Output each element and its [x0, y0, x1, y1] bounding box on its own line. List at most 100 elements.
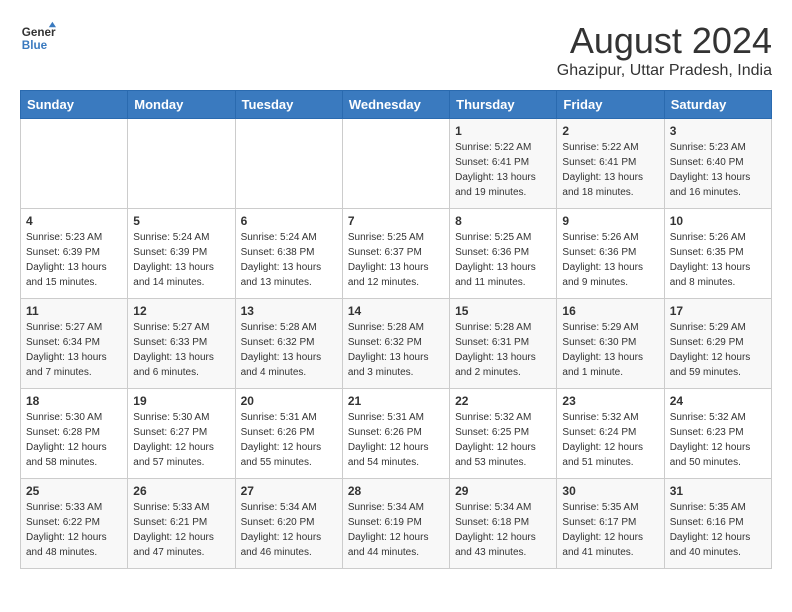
calendar-cell-w5-d1: 26Sunrise: 5:33 AMSunset: 6:21 PMDayligh… [128, 479, 235, 569]
calendar-cell-w5-d6: 31 Sunrise: 5:35 AMSunset: 6:16 PMDayligh… [664, 479, 771, 569]
calendar-cell-w3-d1: 12 Sunrise: 5:27 AMSunset: 6:33 PMDayligh… [128, 299, 235, 389]
header-friday: Friday [557, 91, 664, 119]
day-number: 27 [241, 484, 337, 498]
calendar-cell-w4-d2: 20 Sunrise: 5:31 AMSunset: 6:26 PMDayligh… [235, 389, 342, 479]
day-detail: Sunrise: 5:27 AMSunset: 6:33 PMDaylight:… [133, 320, 229, 380]
day-number: 1 [455, 124, 551, 138]
calendar-header-row: Sunday Monday Tuesday Wednesday Thursday… [21, 91, 772, 119]
day-detail: Sunrise: 5:29 AMSunset: 6:30 PMDaylight:… [562, 320, 658, 380]
calendar-week-3: 11 Sunrise: 5:27 AMSunset: 6:34 PMDayligh… [21, 299, 772, 389]
logo: General Blue [20, 20, 56, 56]
day-detail: Sunrise: 5:30 AMSunset: 6:27 PMDaylight:… [133, 410, 229, 470]
day-number: 17 [670, 304, 766, 318]
day-number: 28 [348, 484, 444, 498]
calendar-cell-w5-d4: 29 Sunrise: 5:34 AMSunset: 6:18 PMDayligh… [450, 479, 557, 569]
calendar-cell-w3-d4: 15 Sunrise: 5:28 AMSunset: 6:31 PMDayligh… [450, 299, 557, 389]
header-wednesday: Wednesday [342, 91, 449, 119]
calendar-week-2: 4 Sunrise: 5:23 AMSunset: 6:39 PMDaylight… [21, 209, 772, 299]
title-area: August 2024 Ghazipur, Uttar Pradesh, Ind… [557, 20, 772, 80]
calendar-cell-w3-d3: 14Sunrise: 5:28 AMSunset: 6:32 PMDayligh… [342, 299, 449, 389]
day-number: 16 [562, 304, 658, 318]
day-detail: Sunrise: 5:33 AMSunset: 6:21 PMDaylight:… [133, 500, 229, 560]
calendar-cell-w5-d0: 25 Sunrise: 5:33 AMSunset: 6:22 PMDayligh… [21, 479, 128, 569]
calendar-cell-w2-d2: 6Sunrise: 5:24 AMSunset: 6:38 PMDaylight… [235, 209, 342, 299]
day-detail: Sunrise: 5:29 AMSunset: 6:29 PMDaylight:… [670, 320, 766, 380]
day-detail: Sunrise: 5:34 AMSunset: 6:18 PMDaylight:… [455, 500, 551, 560]
calendar-cell-w1-d0 [21, 119, 128, 209]
day-number: 24 [670, 394, 766, 408]
day-detail: Sunrise: 5:28 AMSunset: 6:32 PMDaylight:… [241, 320, 337, 380]
header-sunday: Sunday [21, 91, 128, 119]
calendar-week-5: 25 Sunrise: 5:33 AMSunset: 6:22 PMDayligh… [21, 479, 772, 569]
calendar-cell-w1-d2 [235, 119, 342, 209]
day-detail: Sunrise: 5:28 AMSunset: 6:32 PMDaylight:… [348, 320, 444, 380]
calendar-cell-w3-d0: 11 Sunrise: 5:27 AMSunset: 6:34 PMDayligh… [21, 299, 128, 389]
day-detail: Sunrise: 5:24 AMSunset: 6:38 PMDaylight:… [241, 230, 337, 290]
day-detail: Sunrise: 5:24 AMSunset: 6:39 PMDaylight:… [133, 230, 229, 290]
calendar-cell-w4-d0: 18 Sunrise: 5:30 AMSunset: 6:28 PMDayligh… [21, 389, 128, 479]
header-thursday: Thursday [450, 91, 557, 119]
day-number: 30 [562, 484, 658, 498]
calendar-cell-w2-d5: 9 Sunrise: 5:26 AMSunset: 6:36 PMDaylight… [557, 209, 664, 299]
day-number: 4 [26, 214, 122, 228]
day-detail: Sunrise: 5:35 AMSunset: 6:16 PMDaylight:… [670, 500, 766, 560]
day-detail: Sunrise: 5:22 AMSunset: 6:41 PMDaylight:… [562, 140, 658, 200]
location-title: Ghazipur, Uttar Pradesh, India [557, 62, 772, 80]
svg-text:General: General [22, 26, 56, 39]
day-number: 23 [562, 394, 658, 408]
day-number: 2 [562, 124, 658, 138]
calendar-cell-w5-d2: 27Sunrise: 5:34 AMSunset: 6:20 PMDayligh… [235, 479, 342, 569]
calendar-cell-w4-d1: 19 Sunrise: 5:30 AMSunset: 6:27 PMDayligh… [128, 389, 235, 479]
day-number: 9 [562, 214, 658, 228]
day-detail: Sunrise: 5:32 AMSunset: 6:23 PMDaylight:… [670, 410, 766, 470]
calendar-week-1: 1 Sunrise: 5:22 AMSunset: 6:41 PMDaylight… [21, 119, 772, 209]
day-detail: Sunrise: 5:32 AMSunset: 6:25 PMDaylight:… [455, 410, 551, 470]
day-number: 31 [670, 484, 766, 498]
calendar-cell-w4-d6: 24 Sunrise: 5:32 AMSunset: 6:23 PMDayligh… [664, 389, 771, 479]
day-number: 29 [455, 484, 551, 498]
day-detail: Sunrise: 5:33 AMSunset: 6:22 PMDaylight:… [26, 500, 122, 560]
calendar-week-4: 18 Sunrise: 5:30 AMSunset: 6:28 PMDayligh… [21, 389, 772, 479]
day-number: 20 [241, 394, 337, 408]
day-detail: Sunrise: 5:31 AMSunset: 6:26 PMDaylight:… [241, 410, 337, 470]
day-detail: Sunrise: 5:27 AMSunset: 6:34 PMDaylight:… [26, 320, 122, 380]
calendar-cell-w1-d1 [128, 119, 235, 209]
calendar-cell-w2-d3: 7 Sunrise: 5:25 AMSunset: 6:37 PMDaylight… [342, 209, 449, 299]
month-year-title: August 2024 [557, 20, 772, 62]
day-number: 5 [133, 214, 229, 228]
calendar-cell-w1-d4: 1Sunrise: 5:22 AMSunset: 6:41 PMDaylight… [450, 119, 557, 209]
day-detail: Sunrise: 5:31 AMSunset: 6:26 PMDaylight:… [348, 410, 444, 470]
day-number: 11 [26, 304, 122, 318]
day-number: 21 [348, 394, 444, 408]
calendar-cell-w1-d5: 2 Sunrise: 5:22 AMSunset: 6:41 PMDaylight… [557, 119, 664, 209]
day-number: 15 [455, 304, 551, 318]
day-detail: Sunrise: 5:23 AMSunset: 6:39 PMDaylight:… [26, 230, 122, 290]
day-number: 7 [348, 214, 444, 228]
day-detail: Sunrise: 5:32 AMSunset: 6:24 PMDaylight:… [562, 410, 658, 470]
calendar-cell-w1-d6: 3Sunrise: 5:23 AMSunset: 6:40 PMDaylight… [664, 119, 771, 209]
day-detail: Sunrise: 5:25 AMSunset: 6:37 PMDaylight:… [348, 230, 444, 290]
day-number: 25 [26, 484, 122, 498]
page-header: General Blue August 2024 Ghazipur, Uttar… [20, 20, 772, 80]
day-detail: Sunrise: 5:30 AMSunset: 6:28 PMDaylight:… [26, 410, 122, 470]
calendar-cell-w5-d3: 28 Sunrise: 5:34 AMSunset: 6:19 PMDayligh… [342, 479, 449, 569]
day-number: 18 [26, 394, 122, 408]
day-detail: Sunrise: 5:34 AMSunset: 6:19 PMDaylight:… [348, 500, 444, 560]
calendar-cell-w4-d4: 22Sunrise: 5:32 AMSunset: 6:25 PMDayligh… [450, 389, 557, 479]
day-detail: Sunrise: 5:25 AMSunset: 6:36 PMDaylight:… [455, 230, 551, 290]
day-number: 19 [133, 394, 229, 408]
calendar-table: Sunday Monday Tuesday Wednesday Thursday… [20, 90, 772, 569]
day-detail: Sunrise: 5:35 AMSunset: 6:17 PMDaylight:… [562, 500, 658, 560]
day-detail: Sunrise: 5:26 AMSunset: 6:36 PMDaylight:… [562, 230, 658, 290]
calendar-cell-w1-d3 [342, 119, 449, 209]
day-detail: Sunrise: 5:28 AMSunset: 6:31 PMDaylight:… [455, 320, 551, 380]
calendar-cell-w3-d2: 13Sunrise: 5:28 AMSunset: 6:32 PMDayligh… [235, 299, 342, 389]
day-number: 8 [455, 214, 551, 228]
day-number: 12 [133, 304, 229, 318]
header-tuesday: Tuesday [235, 91, 342, 119]
logo-icon: General Blue [20, 20, 56, 56]
calendar-cell-w3-d6: 17 Sunrise: 5:29 AMSunset: 6:29 PMDayligh… [664, 299, 771, 389]
calendar-cell-w5-d5: 30 Sunrise: 5:35 AMSunset: 6:17 PMDayligh… [557, 479, 664, 569]
header-monday: Monday [128, 91, 235, 119]
calendar-cell-w2-d1: 5 Sunrise: 5:24 AMSunset: 6:39 PMDaylight… [128, 209, 235, 299]
